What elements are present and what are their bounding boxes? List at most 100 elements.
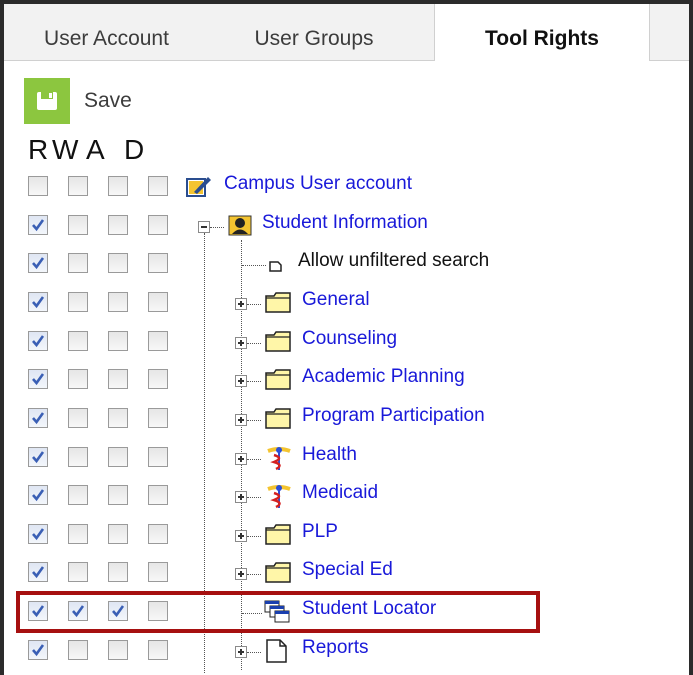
header-read: R	[28, 134, 49, 165]
tree-row: Student Information	[0, 208, 680, 246]
tree-row: Allow unfiltered search	[0, 246, 680, 284]
expand-toggle-icon[interactable]	[235, 414, 247, 426]
read-checkbox[interactable]	[28, 640, 48, 660]
save-label: Save	[84, 89, 132, 112]
folder-icon	[264, 367, 294, 396]
expand-toggle-icon[interactable]	[235, 375, 247, 387]
add-checkbox[interactable]	[108, 408, 128, 428]
read-checkbox[interactable]	[28, 562, 48, 582]
read-checkbox[interactable]	[28, 408, 48, 428]
tree-row: PLP	[0, 517, 680, 555]
folder-icon	[264, 290, 294, 319]
write-checkbox[interactable]	[68, 292, 88, 312]
delete-checkbox[interactable]	[148, 640, 168, 660]
add-checkbox[interactable]	[108, 253, 128, 273]
write-checkbox[interactable]	[68, 447, 88, 467]
tree-item-label[interactable]: Medicaid	[302, 482, 378, 504]
document-icon	[264, 638, 290, 669]
tree-item-label[interactable]: Campus User account	[224, 173, 412, 195]
tree-item-label[interactable]: Student Information	[262, 212, 428, 234]
add-checkbox[interactable]	[108, 524, 128, 544]
delete-checkbox[interactable]	[148, 331, 168, 351]
tree-item-label[interactable]: Counseling	[302, 328, 397, 350]
read-checkbox[interactable]	[28, 369, 48, 389]
write-checkbox[interactable]	[68, 253, 88, 273]
tree-row: Academic Planning	[0, 362, 680, 400]
write-checkbox[interactable]	[68, 369, 88, 389]
write-checkbox[interactable]	[68, 524, 88, 544]
read-checkbox[interactable]	[28, 253, 48, 273]
student-info-icon	[228, 213, 254, 242]
tree-item-label[interactable]: Academic Planning	[302, 366, 465, 388]
read-checkbox[interactable]	[28, 215, 48, 235]
read-checkbox[interactable]	[28, 524, 48, 544]
delete-checkbox[interactable]	[148, 562, 168, 582]
write-checkbox[interactable]	[68, 408, 88, 428]
header-delete: D	[124, 134, 145, 165]
expand-toggle-icon[interactable]	[235, 453, 247, 465]
expand-toggle-icon[interactable]	[235, 491, 247, 503]
add-checkbox[interactable]	[108, 562, 128, 582]
write-checkbox[interactable]	[68, 215, 88, 235]
add-checkbox[interactable]	[108, 215, 128, 235]
read-checkbox[interactable]	[28, 331, 48, 351]
add-checkbox[interactable]	[108, 176, 128, 196]
delete-checkbox[interactable]	[148, 408, 168, 428]
caduceus-icon	[264, 483, 294, 514]
add-checkbox[interactable]	[108, 331, 128, 351]
delete-checkbox[interactable]	[148, 447, 168, 467]
tree-item-label[interactable]: Program Participation	[302, 405, 485, 427]
delete-checkbox[interactable]	[148, 369, 168, 389]
tab-user-groups[interactable]: User Groups	[209, 4, 419, 60]
tree-row: General	[0, 285, 680, 323]
expand-toggle-icon[interactable]	[235, 568, 247, 580]
delete-checkbox[interactable]	[148, 215, 168, 235]
write-checkbox[interactable]	[68, 485, 88, 505]
read-checkbox[interactable]	[28, 447, 48, 467]
expand-toggle-icon[interactable]	[235, 530, 247, 542]
tree-item-label[interactable]: Allow unfiltered search	[298, 250, 489, 272]
tree-connector	[247, 652, 261, 653]
tree-item-label[interactable]: PLP	[302, 521, 338, 543]
read-checkbox[interactable]	[28, 485, 48, 505]
write-checkbox[interactable]	[68, 562, 88, 582]
collapse-toggle-icon[interactable]	[198, 221, 210, 233]
tool-leaf-icon	[268, 257, 286, 278]
add-checkbox[interactable]	[108, 369, 128, 389]
tree-connector	[247, 459, 261, 460]
delete-checkbox[interactable]	[148, 485, 168, 505]
write-checkbox[interactable]	[68, 331, 88, 351]
read-checkbox[interactable]	[28, 292, 48, 312]
expand-toggle-icon[interactable]	[235, 298, 247, 310]
add-checkbox[interactable]	[108, 292, 128, 312]
tab-tool-rights[interactable]: Tool Rights	[434, 4, 650, 61]
add-checkbox[interactable]	[108, 640, 128, 660]
write-checkbox[interactable]	[68, 640, 88, 660]
add-checkbox[interactable]	[108, 447, 128, 467]
tree-item-label[interactable]: Reports	[302, 637, 369, 659]
tree-connector	[247, 497, 261, 498]
folder-icon	[264, 406, 294, 435]
read-checkbox[interactable]	[28, 176, 48, 196]
tree-item-label[interactable]: General	[302, 289, 370, 311]
folder-icon	[264, 560, 294, 589]
delete-checkbox[interactable]	[148, 253, 168, 273]
expand-toggle-icon[interactable]	[235, 646, 247, 658]
tab-user-account[interactable]: User Account	[4, 4, 209, 60]
expand-toggle-icon[interactable]	[235, 337, 247, 349]
delete-checkbox[interactable]	[148, 524, 168, 544]
tree-connector	[210, 227, 224, 228]
tree-item-label[interactable]: Health	[302, 444, 357, 466]
save-button[interactable]: Save	[24, 78, 132, 124]
tree-item-label[interactable]: Special Ed	[302, 559, 393, 581]
delete-checkbox[interactable]	[148, 292, 168, 312]
tree-row: Medicaid	[0, 478, 680, 516]
tree-row: Special Ed	[0, 555, 680, 593]
add-checkbox[interactable]	[108, 485, 128, 505]
tree-connector	[247, 574, 261, 575]
header-add: A	[86, 134, 105, 165]
tree-row: Health	[0, 440, 680, 478]
write-checkbox[interactable]	[68, 176, 88, 196]
folder-icon	[264, 329, 294, 358]
delete-checkbox[interactable]	[148, 176, 168, 196]
